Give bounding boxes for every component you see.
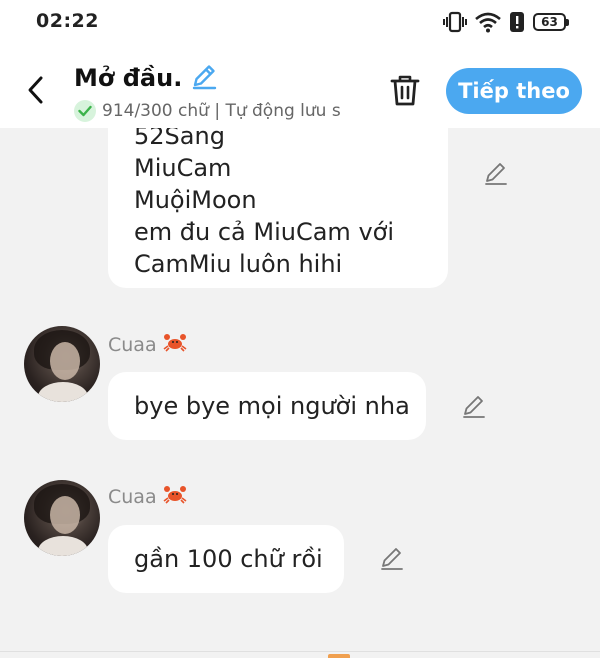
message-line: em đu cả MiuCam với	[134, 218, 394, 246]
status-time: 02:22	[36, 10, 99, 32]
message-bubble[interactable]: gần 100 chữ rồi	[108, 525, 344, 593]
check-icon	[74, 100, 96, 122]
word-count-text: 914/300 chữ | Tự động lưu s	[102, 101, 341, 121]
next-button[interactable]: Tiếp theo	[446, 68, 582, 114]
message-text: bye bye mọi người nha	[134, 392, 410, 420]
message-list[interactable]: 52Sang MiuCam MuộiMoon em đu cả MiuCam v…	[0, 128, 600, 658]
edit-title-button[interactable]	[190, 62, 218, 94]
message-bubble[interactable]: bye bye mọi người nha	[108, 372, 426, 440]
author-name: Cuaa	[108, 333, 157, 356]
autosave-status: 914/300 chữ | Tự động lưu s	[74, 98, 360, 124]
battery-level: 63	[541, 15, 558, 29]
trash-icon	[390, 75, 420, 106]
author-row: Cuaa	[108, 332, 187, 357]
pencil-icon	[463, 396, 485, 418]
message-line: CamMiu luôn hihi	[134, 250, 343, 278]
crab-icon	[163, 484, 187, 509]
vibrate-icon	[443, 11, 467, 33]
author-row: Cuaa	[108, 484, 187, 509]
avatar[interactable]	[24, 326, 100, 402]
pencil-icon	[381, 548, 403, 570]
crab-icon	[163, 332, 187, 357]
bottom-indicator	[328, 654, 350, 658]
chevron-left-icon	[28, 76, 43, 104]
status-icons: 63	[443, 8, 569, 36]
message-line: MuộiMoon	[134, 186, 257, 214]
bottom-divider	[0, 651, 600, 652]
author-name: Cuaa	[108, 485, 157, 508]
pencil-icon	[485, 163, 507, 185]
message-text: gần 100 chữ rồi	[134, 545, 323, 573]
edit-message-button[interactable]	[460, 392, 488, 420]
message-bubble[interactable]: 52Sang MiuCam MuộiMoon em đu cả MiuCam v…	[108, 128, 448, 288]
page-title: Mở đầu.	[74, 64, 183, 92]
message-line: 52Sang	[134, 128, 225, 150]
avatar[interactable]	[24, 480, 100, 556]
delete-button[interactable]	[385, 70, 425, 110]
battery-icon: 63	[533, 13, 569, 31]
wifi-icon	[475, 11, 501, 33]
edit-message-button[interactable]	[482, 159, 510, 187]
message-line: MiuCam	[134, 154, 232, 182]
edit-message-button[interactable]	[378, 544, 406, 572]
title-row: Mở đầu.	[74, 62, 218, 94]
pencil-icon	[193, 65, 217, 90]
back-button[interactable]	[20, 70, 52, 110]
alert-icon	[509, 11, 525, 33]
